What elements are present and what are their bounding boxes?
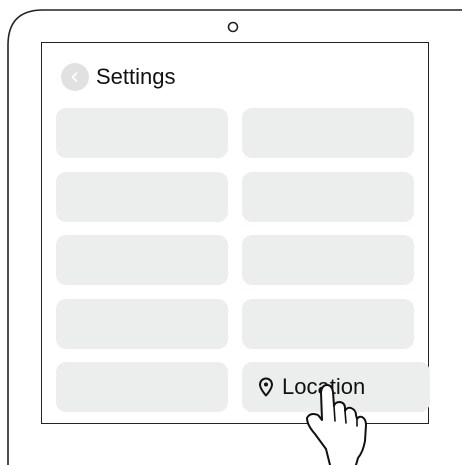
pointing-hand-icon xyxy=(306,384,367,465)
